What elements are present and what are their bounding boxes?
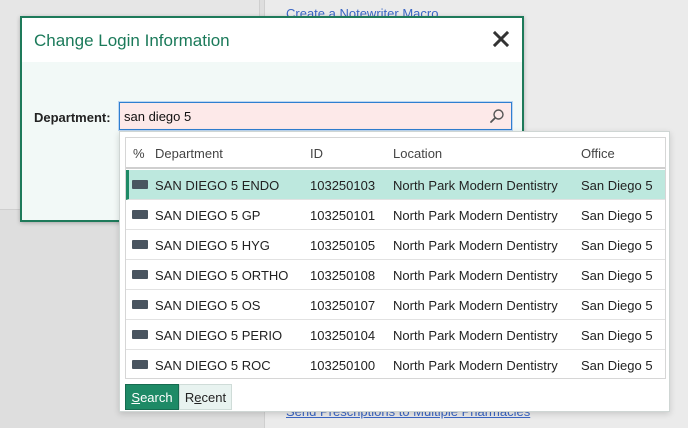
recent-button-accesskey: e <box>194 389 202 405</box>
department-icon <box>132 360 148 369</box>
row-location: North Park Modern Dentistry <box>393 298 558 313</box>
row-office: San Diego 5 <box>581 208 653 223</box>
department-icon <box>132 240 148 249</box>
row-id: 103250107 <box>310 298 376 313</box>
row-office: San Diego 5 <box>581 268 653 283</box>
row-department: SAN DIEGO 5 ENDO <box>155 178 280 193</box>
table-row[interactable]: SAN DIEGO 5 ORTHO 103250108 North Park M… <box>126 260 665 290</box>
department-icon <box>132 330 148 339</box>
row-department: SAN DIEGO 5 PERIO <box>155 328 283 343</box>
department-results-grid: % Department ID Location Office SAN DIEG… <box>125 137 666 379</box>
column-header-location[interactable]: Location <box>393 146 442 161</box>
close-icon[interactable] <box>492 30 510 48</box>
row-office: San Diego 5 <box>581 298 653 313</box>
row-location: North Park Modern Dentistry <box>393 178 558 193</box>
department-icon <box>132 270 148 279</box>
row-office: San Diego 5 <box>581 238 653 253</box>
row-department: SAN DIEGO 5 GP <box>155 208 261 223</box>
row-office: San Diego 5 <box>581 358 653 373</box>
row-department: SAN DIEGO 5 ORTHO <box>155 268 289 283</box>
row-id: 103250105 <box>310 238 376 253</box>
row-location: North Park Modern Dentistry <box>393 238 558 253</box>
column-header-department[interactable]: Department <box>155 146 223 161</box>
row-id: 103250103 <box>310 178 376 193</box>
table-row[interactable]: SAN DIEGO 5 ROC 103250100 North Park Mod… <box>126 350 665 380</box>
row-id: 103250101 <box>310 208 376 223</box>
department-dropdown: % Department ID Location Office SAN DIEG… <box>119 131 670 412</box>
column-header-id[interactable]: ID <box>310 146 323 161</box>
row-department: SAN DIEGO 5 HYG <box>155 238 270 253</box>
table-row[interactable]: SAN DIEGO 5 HYG 103250105 North Park Mod… <box>126 230 665 260</box>
row-location: North Park Modern Dentistry <box>393 328 558 343</box>
row-id: 103250100 <box>310 358 376 373</box>
search-icon[interactable] <box>489 108 505 124</box>
table-row[interactable]: SAN DIEGO 5 OS 103250107 North Park Mode… <box>126 290 665 320</box>
table-row[interactable]: SAN DIEGO 5 ENDO 103250103 North Park Mo… <box>126 170 665 200</box>
recent-button[interactable]: Recent <box>179 384 232 410</box>
row-department: SAN DIEGO 5 ROC <box>155 358 271 373</box>
recent-button-first: R <box>184 389 195 405</box>
table-row[interactable]: SAN DIEGO 5 PERIO 103250104 North Park M… <box>126 320 665 350</box>
recent-button-label: cent <box>201 389 227 405</box>
table-row[interactable]: SAN DIEGO 5 GP 103250101 North Park Mode… <box>126 200 665 230</box>
department-icon <box>132 210 148 219</box>
row-location: North Park Modern Dentistry <box>393 268 558 283</box>
search-button[interactable]: Search <box>125 384 179 410</box>
row-location: North Park Modern Dentistry <box>393 358 558 373</box>
dialog-header: Change Login Information <box>22 18 522 62</box>
dialog-title: Change Login Information <box>34 31 230 50</box>
row-id: 103250104 <box>310 328 376 343</box>
department-icon <box>132 180 148 189</box>
department-search-field[interactable] <box>119 102 512 130</box>
grid-header: % Department ID Location Office <box>126 138 665 169</box>
department-icon <box>132 300 148 309</box>
row-location: North Park Modern Dentistry <box>393 208 558 223</box>
search-button-label: earch <box>140 389 173 405</box>
row-office: San Diego 5 <box>581 328 653 343</box>
row-office: San Diego 5 <box>581 178 653 193</box>
column-header-office[interactable]: Office <box>581 146 615 161</box>
department-search-input[interactable] <box>124 103 484 129</box>
search-button-accesskey: S <box>131 389 141 405</box>
column-header-percent[interactable]: % <box>133 146 145 161</box>
department-label: Department: <box>34 110 111 125</box>
row-id: 103250108 <box>310 268 376 283</box>
row-department: SAN DIEGO 5 OS <box>155 298 261 313</box>
